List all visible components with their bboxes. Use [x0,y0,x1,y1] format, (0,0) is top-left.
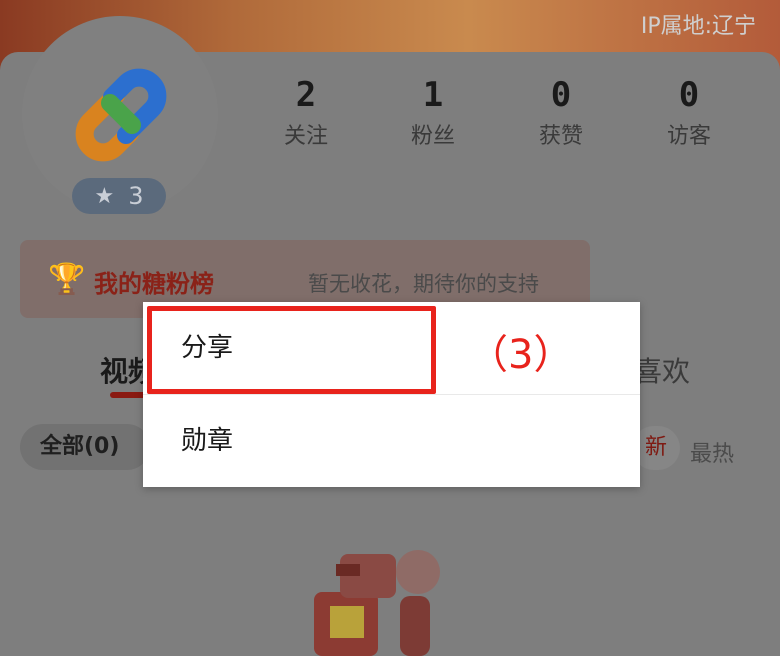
step-annotation: （3） [468,332,574,378]
stat-label: 访客 [666,124,711,149]
fan-board-title: 我的糖粉榜 [94,270,214,298]
stat-value: 0 [678,75,700,115]
level-value: 3 [128,182,144,210]
stat-value: 2 [295,75,317,115]
stat-visitors[interactable]: 0 访客 [634,74,744,150]
stat-following[interactable]: 2 关注 [251,74,361,150]
stat-value: 1 [422,75,444,115]
tab-like[interactable]: 喜欢 [634,350,690,390]
filter-hottest-button[interactable]: 最热 [690,436,734,468]
stat-fans[interactable]: 1 粉丝 [378,74,488,150]
stat-label: 粉丝 [410,124,455,149]
stat-label: 关注 [283,124,328,149]
video-camera-illustration [314,550,440,656]
star-icon: ★ [94,183,115,209]
stat-value: 0 [550,75,572,115]
trophy-icon: 🏆 [48,262,86,297]
menu-item-medal[interactable]: 勋章 [143,395,640,487]
highlight-box [147,306,436,394]
level-badge: ★ 3 [72,178,166,214]
stat-likes[interactable]: 0 获赞 [506,74,616,150]
link-logo-icon [75,68,167,162]
ip-location: IP属地:辽宁 [640,14,756,39]
filter-all-button[interactable]: 全部(0) [20,424,150,470]
stat-label: 获赞 [538,124,583,149]
fan-board-description: 暂无收花，期待你的支持 [308,272,539,296]
